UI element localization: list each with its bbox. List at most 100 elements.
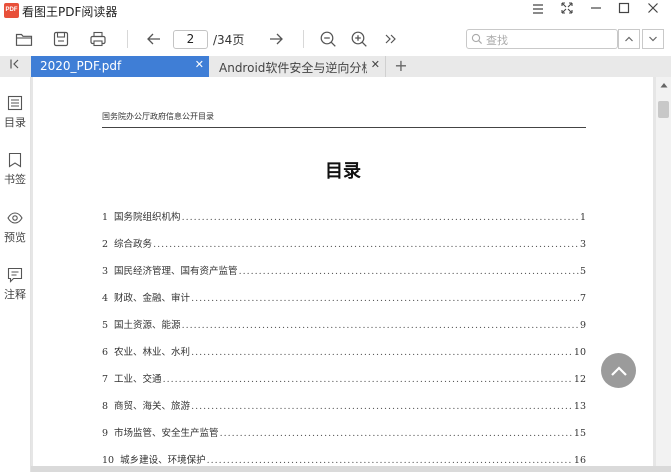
search-input[interactable]: 查找 — [466, 29, 618, 49]
toc-number: 8 — [102, 401, 109, 412]
sidebar-item-label: 目录 — [4, 116, 26, 129]
fullscreen-icon[interactable] — [553, 0, 581, 22]
toc-number: 2 — [102, 239, 109, 250]
sidebar-item-label: 注释 — [4, 288, 26, 301]
toc-page-number: 7 — [579, 293, 586, 304]
toc-number: 9 — [102, 428, 109, 439]
toc-entry[interactable]: 10 城乡建设、环境保护 ...........................… — [102, 452, 586, 466]
toc-leader: ........................................… — [206, 455, 573, 466]
close-tab-icon[interactable]: ✕ — [371, 58, 380, 71]
menu-icon[interactable] — [524, 0, 552, 22]
toc-leader: ........................................… — [191, 293, 579, 304]
toc-leader: ........................................… — [181, 320, 579, 331]
new-tab-icon[interactable]: + — [392, 56, 410, 77]
eye-icon — [7, 212, 23, 224]
search-placeholder: 查找 — [486, 34, 508, 47]
toc-title: 市场监管、安全生产监管 — [114, 428, 219, 439]
scrollbar-thumb[interactable] — [658, 101, 669, 118]
open-folder-icon[interactable] — [13, 29, 35, 49]
toc-entry[interactable]: 4 财政、金融、审计 .............................… — [102, 290, 586, 304]
toc-page-number: 10 — [573, 347, 586, 358]
toc-page-number: 9 — [579, 320, 586, 331]
sidebar-item-label: 书签 — [4, 173, 26, 186]
sidebar-item-label: 预览 — [4, 231, 26, 244]
toc-title: 城乡建设、环境保护 — [120, 455, 206, 466]
back-to-top-button[interactable] — [601, 353, 636, 388]
chevron-up-icon — [625, 36, 633, 42]
next-page-icon[interactable] — [265, 29, 287, 49]
pdf-page: 国务院办公厅政府信息公开目录 目录 1 国务院组织机构 ............… — [33, 77, 653, 466]
chevron-up-icon — [610, 365, 627, 376]
toc-title: 国土资源、能源 — [114, 320, 181, 331]
page-title: 目录 — [325, 161, 361, 182]
toc-leader: ........................................… — [181, 212, 579, 223]
search-prev-button[interactable] — [618, 29, 640, 49]
toc-page-number: 13 — [573, 401, 586, 412]
sidebar-item-preview[interactable]: 预览 — [0, 210, 30, 250]
sidebar-item-annotation[interactable]: 注释 — [0, 267, 30, 307]
toc-leader: ........................................… — [238, 266, 579, 277]
toc-entry[interactable]: 6 农业、林业、水利 .............................… — [102, 344, 586, 358]
more-icon[interactable] — [379, 29, 401, 49]
toc-leader: ........................................… — [162, 374, 573, 385]
print-icon[interactable] — [87, 29, 109, 49]
toc-page-number: 16 — [573, 455, 586, 466]
tab-android-pdf[interactable]: Android软件安全与逆向分析.pdf ✕ — [210, 56, 386, 77]
toc-title: 国务院组织机构 — [114, 212, 181, 223]
page-total: /34页 — [213, 33, 245, 47]
toc-leader: ........................................… — [219, 428, 573, 439]
toc-entry[interactable]: 7 工业、交通 ................................… — [102, 371, 586, 385]
toc-number: 3 — [102, 266, 109, 277]
toc-number: 1 — [102, 212, 109, 223]
toc-page-number: 1 — [579, 212, 586, 223]
toc-entry[interactable]: 5 国土资源、能源 ..............................… — [102, 317, 586, 331]
vertical-scrollbar[interactable] — [656, 77, 671, 466]
toc-entry[interactable]: 1 国务院组织机构 ..............................… — [102, 209, 586, 223]
collapse-sidebar-icon[interactable] — [0, 56, 30, 77]
save-icon[interactable] — [50, 29, 72, 49]
toc-page-number: 12 — [573, 374, 586, 385]
close-icon[interactable] — [639, 0, 667, 22]
tab-label: Android软件安全与逆向分析.pdf — [219, 61, 367, 75]
toc-title: 综合政务 — [114, 239, 153, 250]
toc-entry[interactable]: 8 商贸、海关、旅游 .............................… — [102, 398, 586, 412]
toc-number: 10 — [102, 455, 115, 466]
toc-entry[interactable]: 3 国民经济管理、国有资产监管 ........................… — [102, 263, 586, 277]
toc-page-number: 15 — [573, 428, 586, 439]
page-header: 国务院办公厅政府信息公开目录 — [102, 112, 214, 121]
toc-leader: ........................................… — [191, 347, 573, 358]
toolbar-divider — [127, 30, 128, 48]
zoom-in-icon[interactable] — [348, 29, 370, 49]
chevron-down-icon — [649, 36, 657, 42]
toc-title: 国民经济管理、国有资产监管 — [114, 266, 238, 277]
tab-2020-pdf[interactable]: 2020_PDF.pdf ✕ — [31, 56, 209, 77]
search-icon — [471, 33, 483, 45]
sidebar-item-toc[interactable]: 目录 — [0, 95, 30, 135]
close-tab-icon[interactable]: ✕ — [195, 58, 204, 71]
toc-page-number: 5 — [579, 266, 586, 277]
scroll-up-icon[interactable] — [656, 77, 671, 93]
tab-bar: 2020_PDF.pdf ✕ Android软件安全与逆向分析.pdf ✕ + — [0, 56, 671, 77]
minimize-icon[interactable] — [582, 0, 610, 22]
toc-number: 4 — [102, 293, 109, 304]
zoom-out-icon[interactable] — [317, 29, 339, 49]
prev-page-icon[interactable] — [143, 29, 165, 49]
maximize-icon[interactable] — [610, 0, 638, 22]
toc-entry[interactable]: 2 综合政务 .................................… — [102, 236, 586, 250]
toc-title: 工业、交通 — [114, 374, 162, 385]
toc-title: 商贸、海关、旅游 — [114, 401, 191, 412]
tab-label: 2020_PDF.pdf — [40, 59, 122, 73]
document-viewer[interactable]: 国务院办公厅政府信息公开目录 目录 1 国务院组织机构 ............… — [31, 77, 656, 466]
toc-number: 5 — [102, 320, 109, 331]
toc-entry[interactable]: 9 市场监管、安全生产监管 ..........................… — [102, 425, 586, 439]
horizontal-scrollbar[interactable] — [31, 466, 671, 472]
toc-icon — [7, 95, 23, 111]
search-next-button[interactable] — [642, 29, 664, 49]
toolbar: 2 /34页 查找 — [0, 22, 671, 56]
toc-title: 农业、林业、水利 — [114, 347, 191, 358]
page-number-input[interactable]: 2 — [173, 30, 208, 49]
sidebar-item-bookmark[interactable]: 书签 — [0, 152, 30, 192]
toc-page-number: 3 — [579, 239, 586, 250]
title-bar: PDF 看图王PDF阅读器 — [0, 0, 671, 22]
toc-title: 财政、金融、审计 — [114, 293, 191, 304]
